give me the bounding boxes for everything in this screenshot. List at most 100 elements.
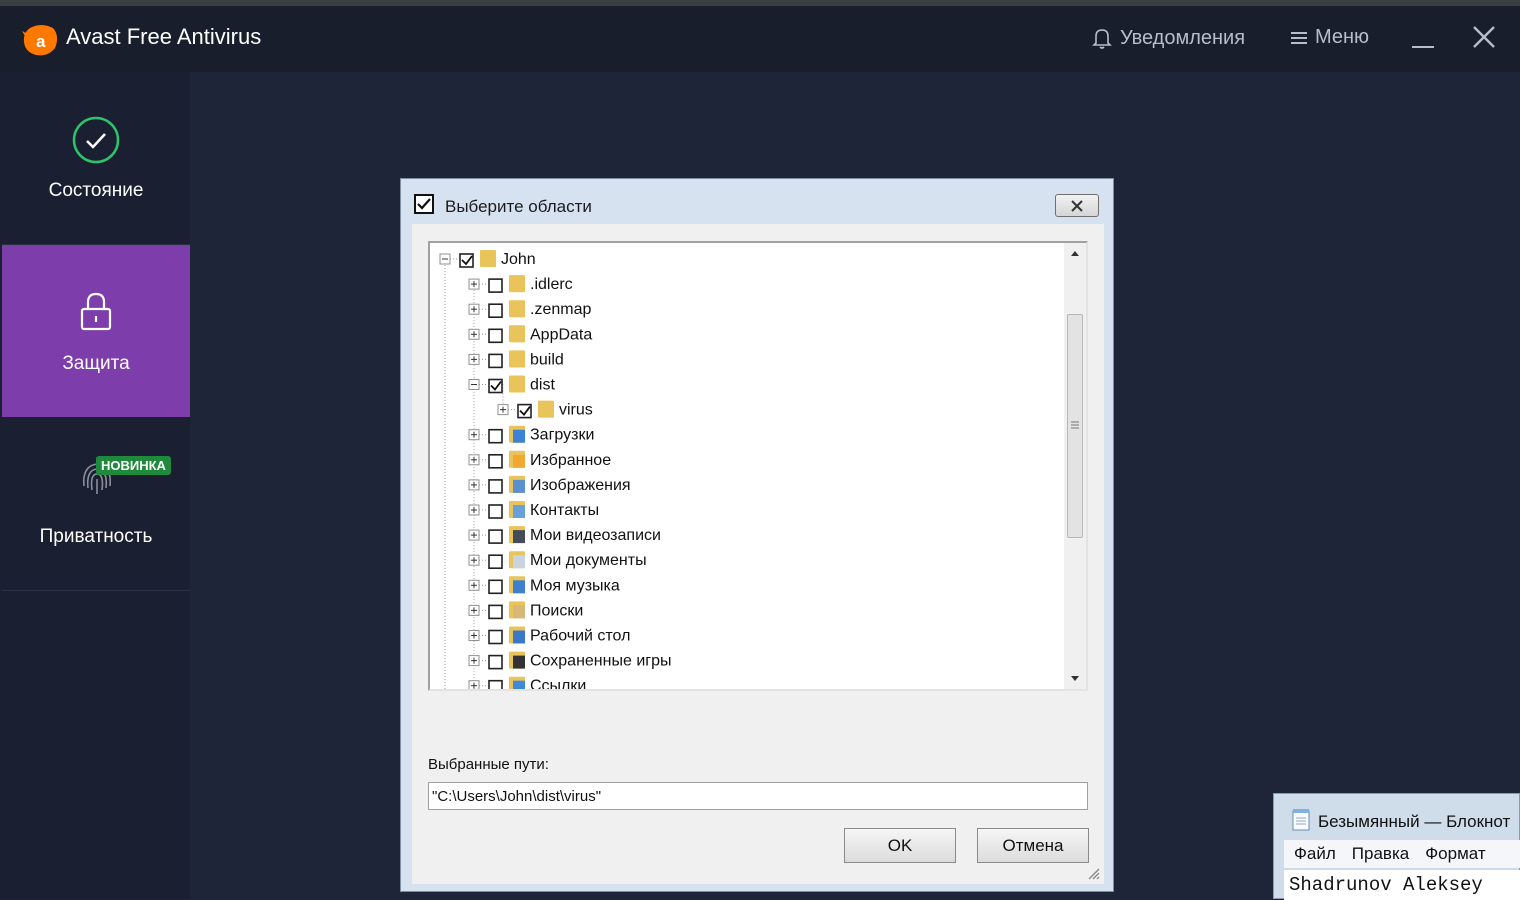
- tree-item-label: Сохраненные игры: [530, 653, 672, 670]
- expand-icon[interactable]: [468, 353, 480, 365]
- lock-icon: [80, 292, 112, 331]
- tree-row-3[interactable]: AppData: [468, 325, 592, 344]
- tree-checkbox[interactable]: [488, 629, 503, 645]
- menu-edit[interactable]: Правка: [1352, 844, 1409, 864]
- sidebar-item-label: Защита: [62, 353, 130, 374]
- tree-checkbox[interactable]: [488, 353, 503, 369]
- tree-row-2[interactable]: .zenmap: [468, 300, 591, 319]
- tree-row-7[interactable]: Загрузки: [468, 425, 594, 444]
- tree-checkbox[interactable]: [488, 679, 503, 689]
- notifications-button[interactable]: Уведомления: [1090, 26, 1245, 50]
- tree-item-label: Мои документы: [530, 552, 647, 569]
- tree-item-label: build: [530, 351, 564, 368]
- tree-item-label: Рабочий стол: [530, 628, 630, 645]
- tree-item-label: Загрузки: [530, 427, 594, 444]
- tree-item-label: Поиски: [530, 602, 583, 619]
- expand-icon[interactable]: [468, 454, 480, 466]
- expand-icon[interactable]: [468, 655, 480, 667]
- tree-checkbox[interactable]: [488, 378, 503, 394]
- scroll-thumb[interactable]: [1067, 314, 1083, 538]
- tree-item-label: dist: [530, 377, 555, 394]
- selected-paths-field[interactable]: "C:\Users\John\dist\virus": [428, 782, 1088, 810]
- tree-checkbox[interactable]: [488, 579, 503, 595]
- expand-icon[interactable]: [468, 504, 480, 516]
- dialog-close-button[interactable]: [1055, 194, 1099, 217]
- expand-icon[interactable]: [468, 328, 480, 340]
- dialog-body: John .idlerc .zenmap AppData build dist virus З…: [412, 224, 1104, 884]
- tree-checkbox[interactable]: [488, 454, 503, 469]
- notifications-label: Уведомления: [1120, 26, 1246, 49]
- expand-icon[interactable]: [468, 529, 480, 541]
- expand-icon[interactable]: [468, 429, 480, 441]
- resize-grip-icon[interactable]: [1086, 866, 1100, 880]
- expand-icon[interactable]: [468, 479, 480, 491]
- tree-row-12[interactable]: Мои документы: [468, 551, 647, 570]
- tree-checkbox[interactable]: [459, 253, 474, 268]
- sidebar-item-label: Приватность: [39, 526, 153, 547]
- title-bar: a Avast Free Antivirus Уведомления Меню: [0, 6, 1520, 72]
- folder-tree[interactable]: John .idlerc .zenmap AppData build dist virus З…: [428, 241, 1088, 691]
- tree-row-8[interactable]: Избранное: [468, 450, 611, 469]
- tree-checkbox[interactable]: [488, 654, 503, 670]
- sidebar-item-status[interactable]: Состояние: [2, 72, 190, 245]
- menu-format[interactable]: Формат: [1425, 844, 1485, 864]
- tree-row-10[interactable]: Контакты: [468, 501, 599, 519]
- notepad-text-area[interactable]: Shadrunov Aleksey: [1284, 870, 1520, 900]
- menu-file[interactable]: Файл: [1294, 844, 1336, 864]
- sidebar-item-privacy[interactable]: Приватность: [2, 418, 190, 591]
- close-icon: [1071, 199, 1083, 212]
- expand-icon[interactable]: [497, 404, 509, 416]
- menu-button[interactable]: Меню: [1289, 26, 1369, 49]
- dialog-title: Выберите области: [445, 197, 592, 216]
- tree-item-label: .zenmap: [530, 301, 591, 318]
- check-circle-icon: [72, 116, 120, 164]
- tree-row-9[interactable]: Изображения: [468, 475, 631, 494]
- minimize-button[interactable]: [1412, 46, 1434, 48]
- expand-icon[interactable]: [468, 579, 480, 591]
- tree-checkbox[interactable]: [488, 529, 503, 544]
- ok-button[interactable]: OK: [844, 828, 956, 863]
- collapse-icon[interactable]: [468, 379, 480, 390]
- tree-checkbox[interactable]: [488, 604, 503, 620]
- notepad-window: Безымянный — Блокнот Файл Правка Формат …: [1273, 793, 1520, 900]
- tree-row-14[interactable]: Поиски: [468, 601, 583, 620]
- tree-row-15[interactable]: Рабочий стол: [468, 626, 630, 645]
- tree-row-11[interactable]: Мои видеозаписи: [468, 526, 661, 544]
- expand-icon[interactable]: [468, 303, 480, 315]
- expand-icon[interactable]: [468, 630, 480, 641]
- tree-row-16[interactable]: Сохраненные игры: [468, 651, 672, 670]
- grip-icon: [1071, 421, 1079, 429]
- close-icon[interactable]: [1471, 24, 1497, 50]
- tree-checkbox[interactable]: [488, 428, 503, 444]
- tree-item-label: .idlerc: [530, 276, 573, 293]
- expand-icon[interactable]: [468, 604, 480, 616]
- tree-item-label: John: [501, 251, 536, 268]
- tree-checkbox[interactable]: [488, 504, 503, 519]
- tree-row-13[interactable]: Моя музыка: [468, 576, 620, 595]
- bell-icon: [1092, 29, 1112, 49]
- tree-checkbox[interactable]: [488, 303, 503, 319]
- tree-scrollbar[interactable]: [1064, 243, 1086, 689]
- new-badge: НОВИНКА: [96, 456, 171, 475]
- scroll-down-icon[interactable]: [1064, 667, 1086, 689]
- tree-checkbox[interactable]: [517, 403, 532, 419]
- tree-checkbox[interactable]: [488, 278, 503, 293]
- sidebar-item-label: Состояние: [48, 180, 144, 201]
- avast-logo-icon: a: [22, 25, 58, 56]
- tree-item-label: Контакты: [530, 502, 599, 519]
- hamburger-icon: [1291, 31, 1307, 44]
- expand-icon[interactable]: [468, 554, 480, 566]
- expand-icon[interactable]: [468, 278, 480, 290]
- tree-row-5[interactable]: dist: [468, 375, 555, 394]
- sidebar-item-protection[interactable]: Защита: [2, 245, 190, 417]
- tree-checkbox[interactable]: [488, 554, 503, 570]
- select-areas-dialog: Выберите области John .idlerc .zenmap AppDa…: [400, 178, 1114, 892]
- collapse-icon[interactable]: [439, 253, 451, 265]
- tree-checkbox[interactable]: [488, 328, 503, 344]
- scroll-up-icon[interactable]: [1064, 243, 1086, 265]
- expand-icon[interactable]: [468, 680, 480, 689]
- cancel-button[interactable]: Отмена: [977, 828, 1089, 863]
- tree-checkbox[interactable]: [488, 479, 503, 494]
- notepad-title: Безымянный — Блокнот: [1318, 812, 1511, 831]
- tree-row-17[interactable]: Ссылки: [468, 676, 586, 689]
